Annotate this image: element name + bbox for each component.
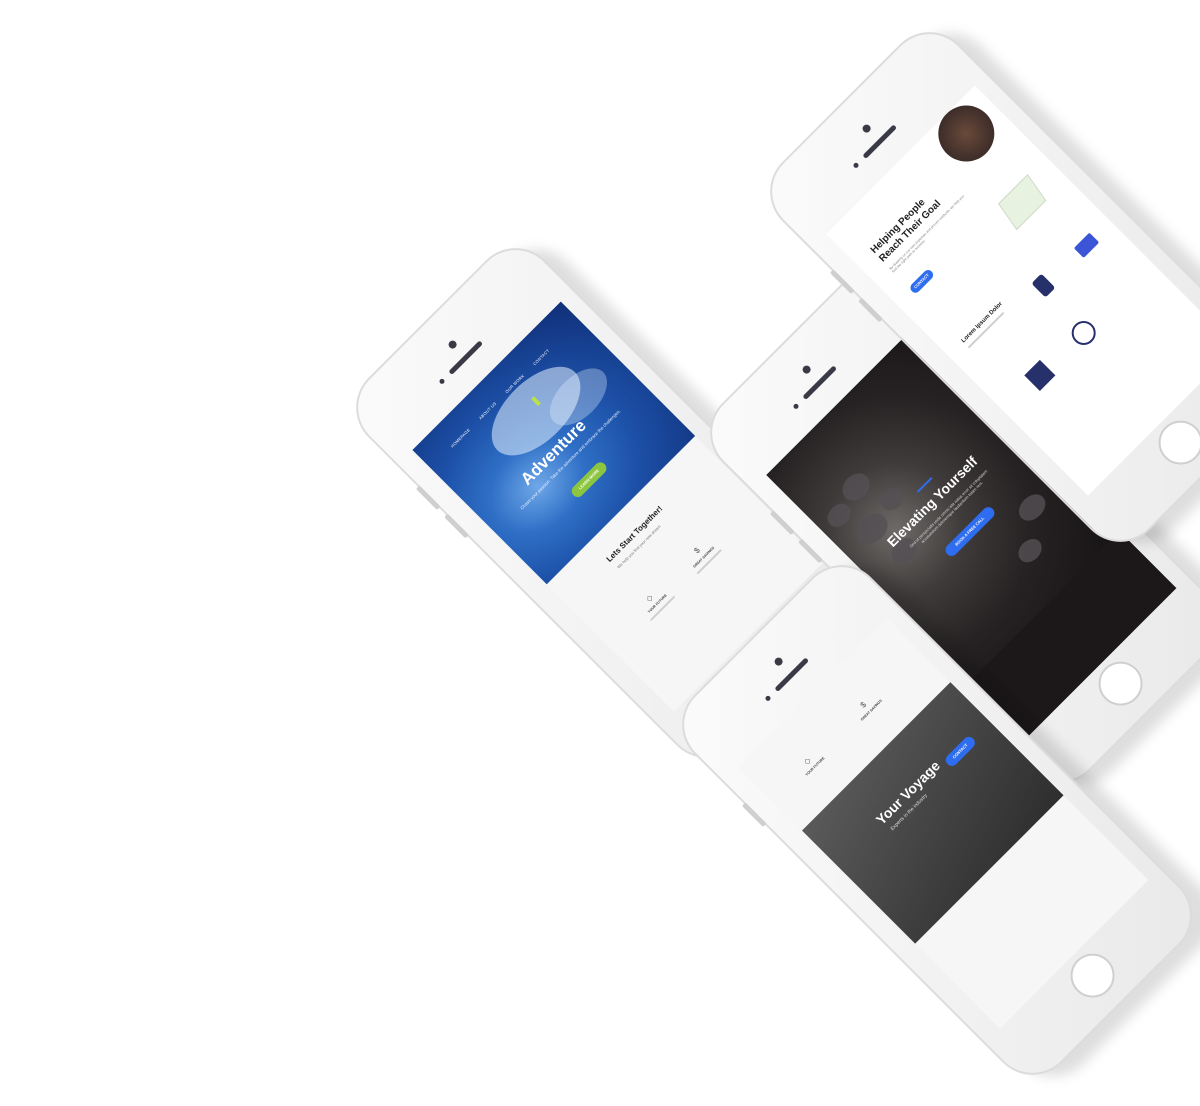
stone — [851, 507, 894, 550]
contact-button[interactable]: CONTACT — [908, 267, 936, 295]
sensor — [852, 161, 860, 169]
camera — [800, 363, 813, 376]
sensor — [792, 402, 800, 410]
illustration-board — [1024, 359, 1056, 391]
stone — [1013, 489, 1051, 526]
dollar-icon: $ — [692, 545, 702, 556]
camera — [772, 655, 785, 668]
stone — [837, 467, 876, 507]
illustration-figure — [1066, 315, 1101, 350]
sensor — [764, 694, 772, 702]
stone — [822, 499, 856, 532]
diamond-icon: ◇ — [644, 592, 655, 604]
volume-button — [444, 513, 469, 539]
sensor — [438, 377, 446, 385]
illustration-person — [1031, 273, 1056, 298]
camera — [860, 122, 873, 135]
stone — [1013, 534, 1047, 567]
volume-button — [741, 802, 767, 828]
stone — [876, 483, 908, 515]
illustration-cards — [998, 173, 1047, 231]
section-title: Lorem Ipsum Dolor — [960, 301, 1004, 345]
volume-button — [415, 485, 441, 511]
hero-photo-circle — [926, 93, 1006, 174]
illustration-screen — [1073, 232, 1100, 259]
camera — [446, 338, 459, 351]
diamond-icon: ◇ — [801, 755, 813, 767]
dollar-icon: $ — [858, 700, 869, 710]
